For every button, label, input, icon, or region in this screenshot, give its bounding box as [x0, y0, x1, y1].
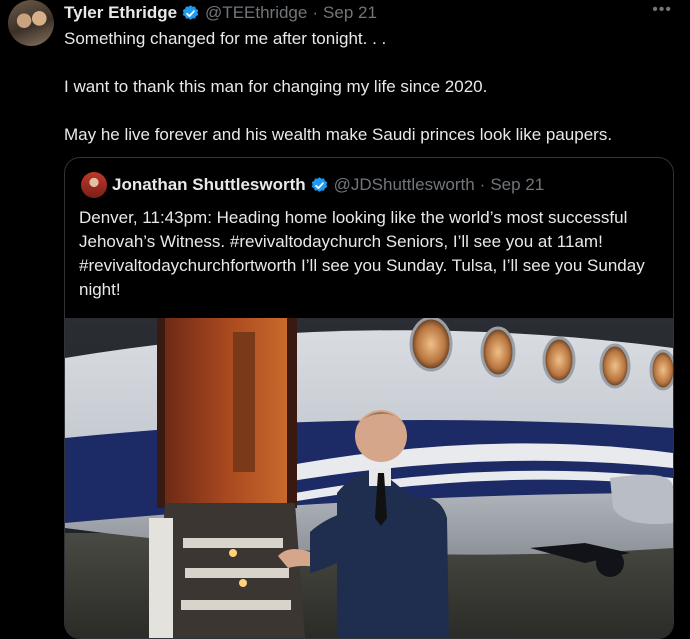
header-separator: ·: [312, 3, 319, 22]
tweet-text: Something changed for me after tonight. …: [64, 27, 674, 147]
tweet-paragraph: May he live forever and his wealth make …: [64, 125, 613, 144]
author-avatar[interactable]: [8, 0, 54, 46]
author-name[interactable]: Tyler Ethridge: [64, 3, 177, 23]
author-handle[interactable]: @TEEthridge: [205, 3, 307, 23]
quoted-tweet-photo[interactable]: [65, 318, 673, 638]
verified-badge-icon: [181, 4, 200, 23]
quoted-tweet-text: Denver, 11:43pm: Heading home looking li…: [79, 208, 645, 299]
quoted-header-separator: ·: [479, 175, 486, 194]
quoted-tweet-header: Jonathan Shuttlesworth @JDShuttlesworth …: [112, 175, 544, 195]
tweet-date[interactable]: Sep 21: [323, 3, 377, 23]
quoted-author-avatar[interactable]: [81, 172, 107, 198]
tweet-paragraph: Something changed for me after tonight. …: [64, 29, 387, 48]
tweet-paragraph: I want to thank this man for changing my…: [64, 77, 488, 96]
quoted-tweet-date[interactable]: Sep 21: [490, 175, 544, 195]
tweet: Tyler Ethridge @TEEthridge · Sep 21 ••• …: [0, 0, 690, 639]
quoted-tweet[interactable]: Jonathan Shuttlesworth @JDShuttlesworth …: [64, 157, 674, 639]
more-options-icon[interactable]: •••: [652, 2, 672, 18]
verified-badge-icon: [310, 176, 329, 195]
quoted-author-name[interactable]: Jonathan Shuttlesworth: [112, 175, 306, 195]
quoted-author-handle[interactable]: @JDShuttlesworth: [334, 175, 475, 195]
tweet-header: Tyler Ethridge @TEEthridge · Sep 21: [64, 2, 377, 24]
